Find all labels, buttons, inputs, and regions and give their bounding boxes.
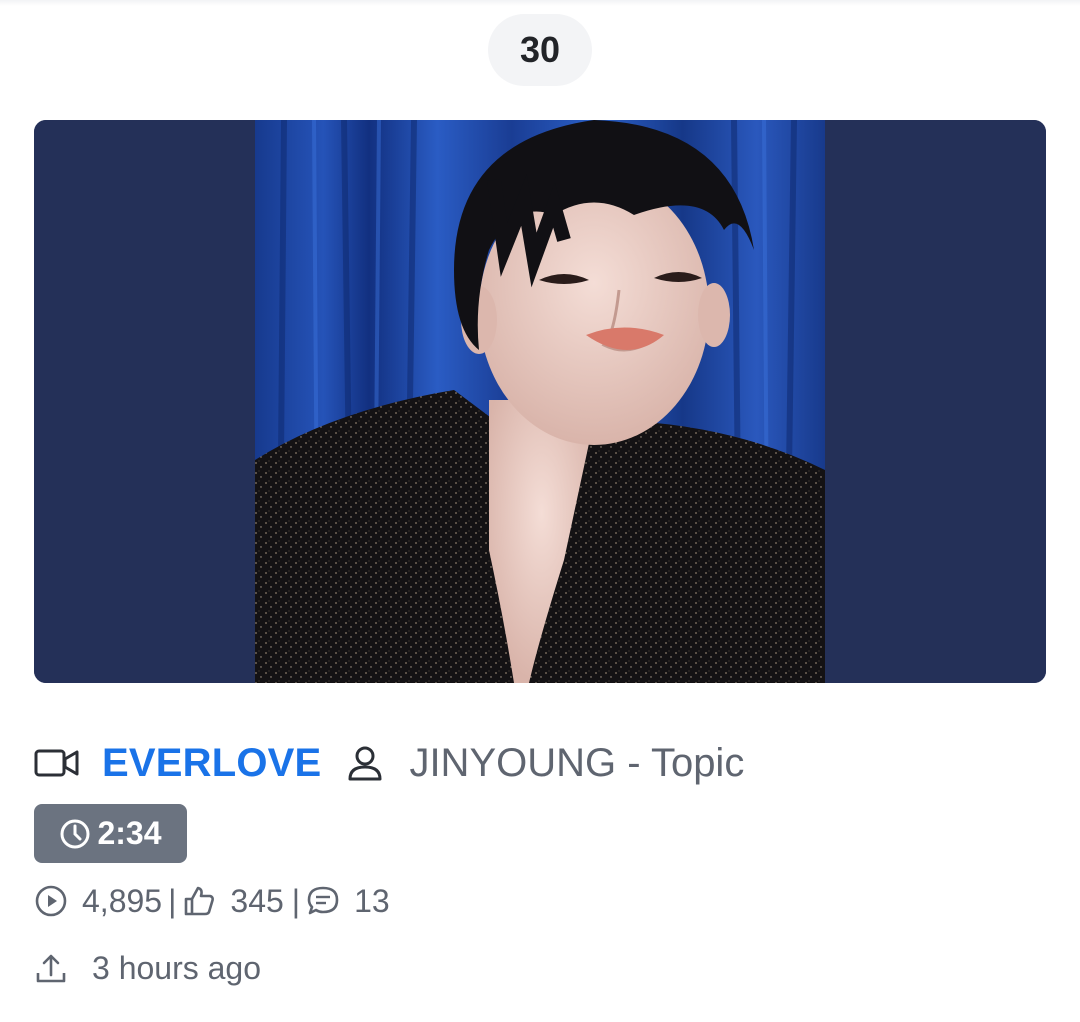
- upload-icon: [34, 951, 68, 985]
- comment-bubble-icon: [306, 884, 340, 918]
- top-divider: [0, 0, 1080, 6]
- like-count: 345: [230, 882, 284, 919]
- thumbs-up-icon: [182, 884, 216, 918]
- title-row: EVERLOVE JINYOUNG - Topic: [34, 734, 744, 792]
- upload-time: 3 hours ago: [92, 949, 262, 986]
- stat-separator: |: [291, 882, 301, 919]
- video-title-link[interactable]: EVERLOVE: [102, 741, 321, 786]
- video-thumbnail[interactable]: [34, 120, 1046, 683]
- stats-row: 4,895 | 345 | 13: [34, 878, 390, 924]
- video-camera-icon: [34, 748, 80, 778]
- view-count: 4,895: [82, 882, 163, 919]
- duration-text: 2:34: [97, 815, 162, 851]
- duration-badge: 2:34: [34, 804, 187, 863]
- channel-name-link[interactable]: JINYOUNG - Topic: [409, 741, 744, 786]
- comment-count: 13: [354, 882, 390, 919]
- play-circle-icon: [34, 884, 68, 918]
- stat-separator: |: [168, 882, 177, 919]
- rank-badge: 30: [488, 14, 592, 86]
- upload-row: 3 hours ago: [34, 945, 261, 991]
- clock-icon: [59, 818, 91, 850]
- thumbnail-image: [34, 120, 1046, 683]
- person-icon: [345, 743, 385, 783]
